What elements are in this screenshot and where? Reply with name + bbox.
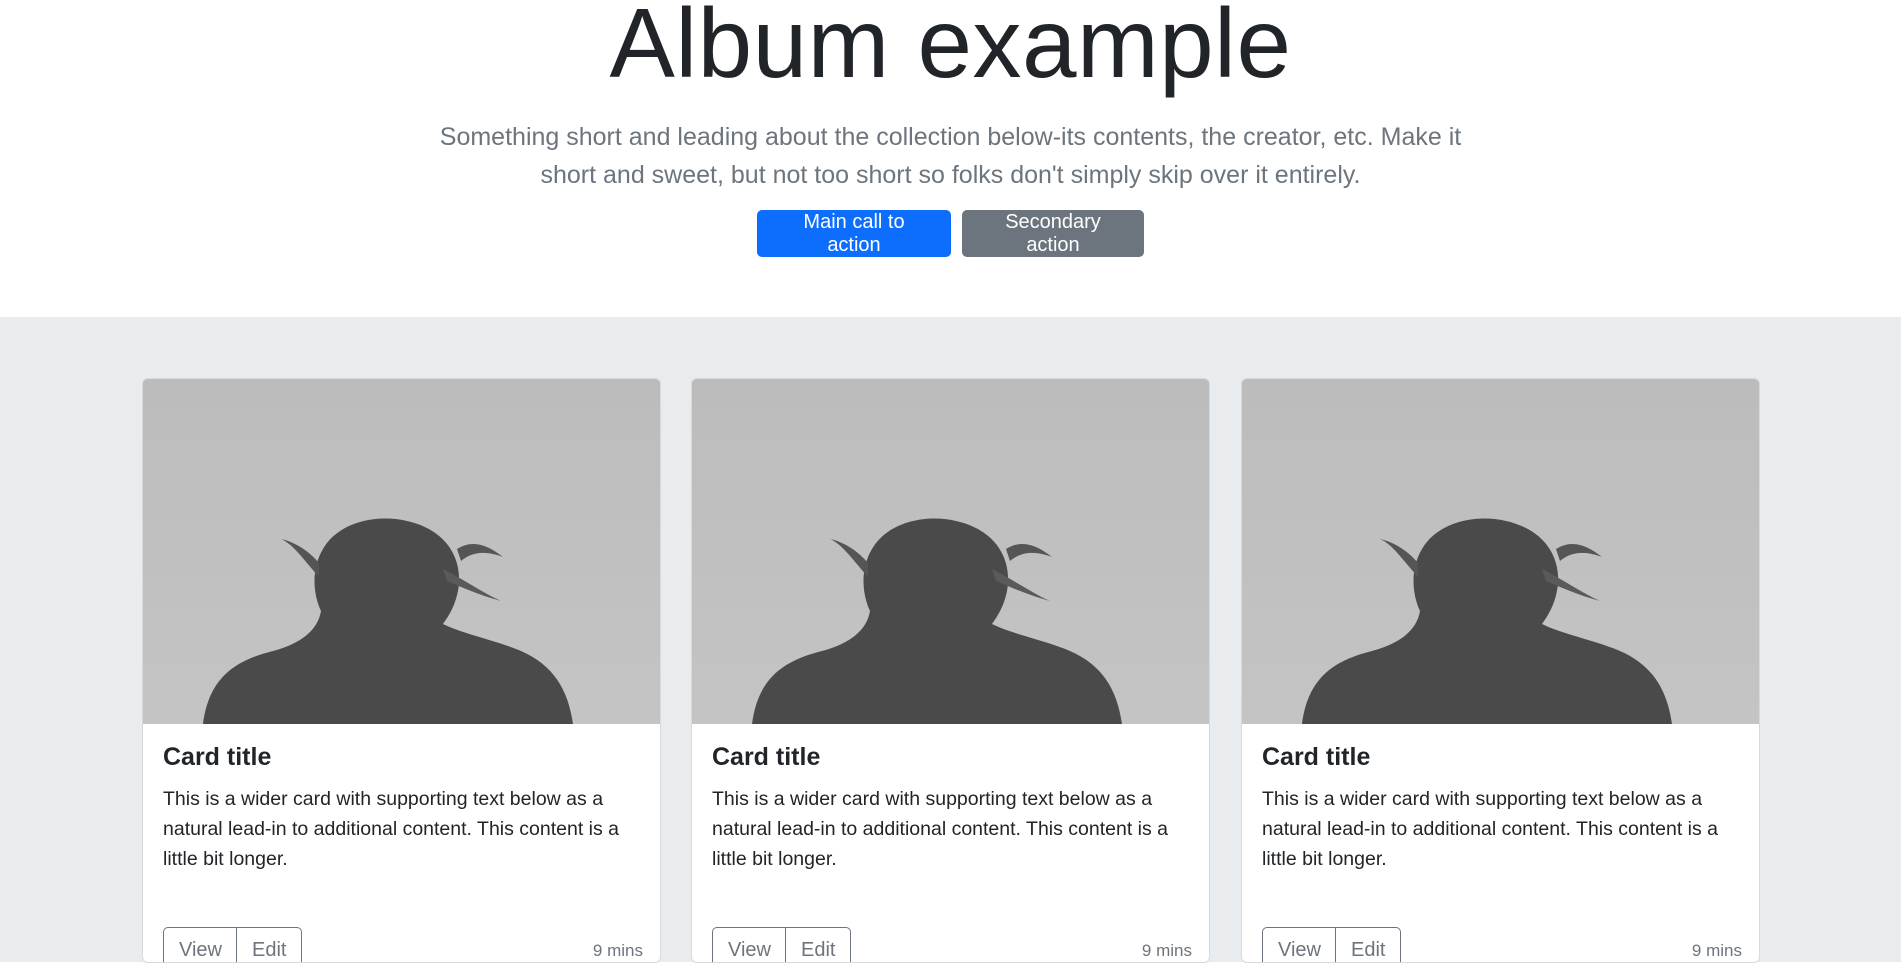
- card-text: This is a wider card with supporting tex…: [163, 788, 620, 870]
- woman-back-photo: [1242, 379, 1759, 724]
- card-time-meta: 9 mins: [1141, 940, 1192, 960]
- card-actions: View Edit 9 mins: [163, 927, 643, 962]
- card-title: Card title: [712, 743, 821, 771]
- hero-lead-text: Something short and leading about the co…: [439, 123, 1462, 189]
- card-time-meta: 9 mins: [592, 940, 643, 960]
- edit-button[interactable]: Edit: [785, 927, 851, 962]
- card-button-group: View Edit: [712, 927, 851, 962]
- hero-buttons: Main call to action Secondary action: [0, 210, 1901, 257]
- album-section: Card title This is a wider card with sup…: [0, 317, 1901, 963]
- view-button[interactable]: View: [712, 927, 786, 962]
- edit-button[interactable]: Edit: [1335, 927, 1401, 962]
- view-button[interactable]: View: [163, 927, 237, 962]
- woman-back-photo: [143, 379, 660, 724]
- card-actions: View Edit 9 mins: [1262, 927, 1742, 962]
- card-image: [143, 379, 660, 724]
- card-title: Card title: [1262, 743, 1371, 771]
- album-card: Card title This is a wider card with sup…: [691, 378, 1210, 963]
- view-button[interactable]: View: [1262, 927, 1336, 962]
- card-button-group: View Edit: [163, 927, 302, 962]
- main-call-to-action-button[interactable]: Main call to action: [757, 210, 951, 257]
- hero-section: Album example Something short and leadin…: [0, 0, 1901, 317]
- card-time-meta: 9 mins: [1691, 940, 1742, 960]
- card-title: Card title: [163, 743, 272, 771]
- card-image: [1242, 379, 1759, 724]
- woman-back-photo: [692, 379, 1209, 724]
- card-text: This is a wider card with supporting tex…: [712, 788, 1169, 870]
- album-card: Card title This is a wider card with sup…: [142, 378, 661, 963]
- card-image: [692, 379, 1209, 724]
- page-title: Album example: [609, 0, 1292, 98]
- edit-button[interactable]: Edit: [236, 927, 302, 962]
- card-actions: View Edit 9 mins: [712, 927, 1192, 962]
- card-button-group: View Edit: [1262, 927, 1401, 962]
- album-card: Card title This is a wider card with sup…: [1241, 378, 1760, 963]
- card-text: This is a wider card with supporting tex…: [1262, 788, 1719, 870]
- secondary-action-button[interactable]: Secondary action: [962, 210, 1144, 257]
